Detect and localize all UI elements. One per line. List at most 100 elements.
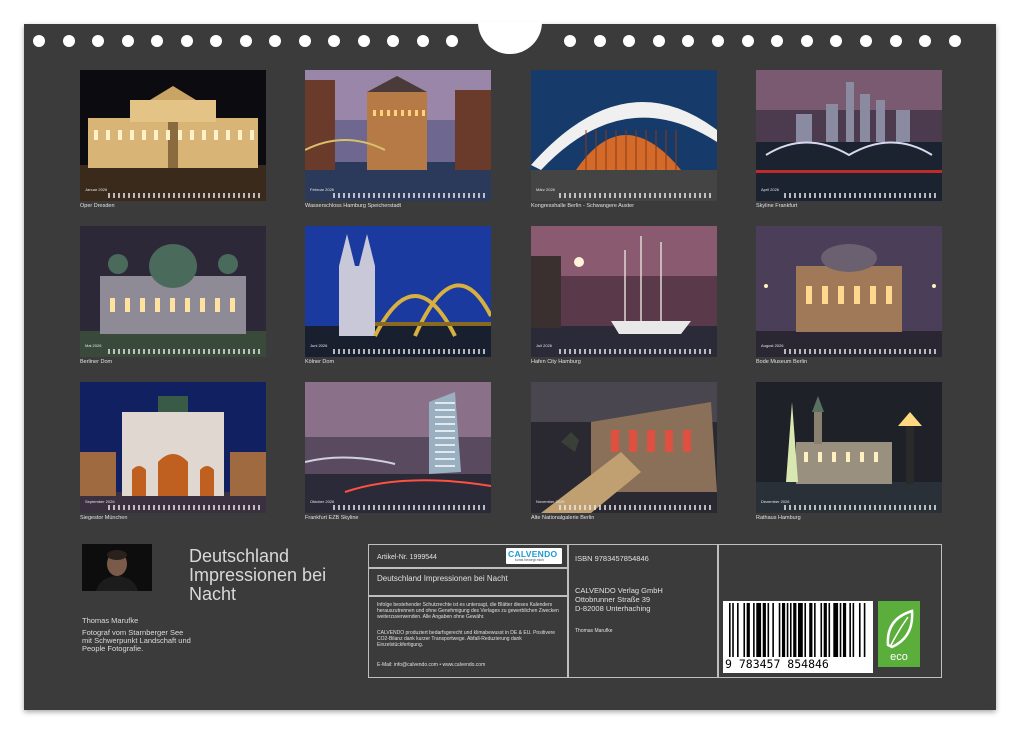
barcode-digits: 9 783457 854846: [725, 657, 829, 671]
photo-caption: Siegestor München: [80, 515, 128, 521]
product-info-box: Artikel-Nr. 1999544 CALVENDO kunst beweg…: [368, 544, 942, 678]
day-strip: [108, 349, 262, 354]
day-strip: [559, 349, 713, 354]
divider: [567, 545, 569, 677]
calendar-back-cover: Januar 2026 Oper Dresden Februar 2026 Wass…: [24, 22, 996, 710]
binding-hole: [623, 35, 636, 47]
day-strip: [108, 193, 262, 198]
author-name: Thomas Marufke: [82, 616, 139, 625]
isbn: ISBN 9783457854846: [575, 554, 649, 563]
binding-hole: [387, 35, 399, 47]
month-label: Juni 2026: [310, 343, 328, 348]
binding-hole: [62, 35, 75, 47]
logo-subtitle: kunst bewegt mich: [515, 558, 544, 562]
month-label: Januar 2026: [85, 187, 108, 192]
photo-caption: Wasserschloss Hamburg Speicherstadt: [305, 203, 402, 209]
day-strip: [333, 349, 487, 354]
divider: [369, 567, 567, 569]
photo-caption: Oper Dresden: [80, 203, 115, 209]
title-line: Nacht: [189, 584, 237, 604]
binding-hole: [919, 35, 932, 47]
calvendo-logo: CALVENDO kunst bewegt mich: [506, 548, 562, 564]
month-label: September 2026: [85, 499, 115, 504]
month-photo: Februar 2026: [305, 70, 491, 201]
month-photo: Dezember 2026: [756, 382, 942, 513]
month-photo: Oktober 2026: [305, 382, 491, 513]
month-tile: Januar 2026 Oper Dresden: [80, 70, 266, 209]
divider: [717, 545, 719, 677]
title-line: Impressionen bei: [189, 565, 327, 585]
month-label: Mai 2026: [85, 343, 102, 348]
publisher-line: D-82008 Unterhaching: [575, 604, 651, 613]
photographer-credit: Thomas Marufke: [575, 628, 613, 634]
title-line: Deutschland: [189, 546, 290, 566]
binding-hole: [416, 35, 429, 47]
month-photo: Mai 2026: [80, 226, 266, 357]
publisher-line: CALVENDO Verlag GmbH: [575, 586, 663, 595]
publisher-line: Ottobrunner Straße 39: [575, 595, 651, 604]
photo-caption: Alte Nationalgalerie Berlin: [531, 515, 595, 521]
photo-caption: Rathaus Hamburg: [756, 515, 801, 521]
month-tile: November 2026 Alte Nationalgalerie Berlin: [531, 382, 717, 521]
month-tile: Oktober 2026 Frankfurt EZB Skyline: [305, 382, 491, 521]
binding-hole: [239, 35, 252, 47]
month-tile: Juli 2026 Hafen City Hamburg: [531, 226, 717, 365]
author-portrait: [82, 544, 152, 591]
publisher-address: CALVENDO Verlag GmbH Ottobrunner Straße …: [575, 586, 663, 613]
day-strip: [784, 505, 938, 510]
photo-caption: Hafen City Hamburg: [531, 359, 581, 365]
binding-hole: [92, 35, 104, 47]
binding-hole: [564, 35, 576, 47]
binding-hole: [652, 35, 665, 47]
day-strip: [333, 505, 487, 510]
month-tile: Mai 2026 Berliner Dom: [80, 226, 266, 365]
binding-hole: [121, 35, 134, 47]
day-strip: [559, 193, 713, 198]
binding-hole: [357, 35, 370, 47]
photo-caption: Frankfurt EZB Skyline: [305, 515, 359, 521]
calendar-title: Deutschland Impressionen bei Nacht: [189, 547, 359, 604]
month-label: Februar 2026: [310, 187, 335, 192]
legal-notice: Infolge bestehender Schutzrechte ist es …: [377, 602, 559, 620]
spiral-binding: [24, 22, 996, 58]
binding-hole: [593, 35, 606, 47]
binding-hole: [328, 35, 340, 47]
day-strip: [559, 505, 713, 510]
contact-line: E-Mail: info@calvendo.com • www.calvendo…: [377, 662, 486, 668]
month-photo: Januar 2026: [80, 70, 266, 201]
binding-hole: [889, 35, 902, 47]
month-label: Oktober 2026: [310, 499, 335, 504]
binding-hole: [771, 35, 784, 47]
photo-caption: Bode Museum Berlin: [756, 359, 808, 365]
divider: [369, 595, 567, 597]
month-tile: Dezember 2026 Rathaus Hamburg: [756, 382, 942, 521]
binding-hole: [712, 35, 724, 47]
day-strip: [108, 505, 262, 510]
day-strip: [784, 349, 938, 354]
author-bio: Fotograf vom Starnberger See mit Schwerp…: [82, 628, 191, 653]
month-label: August 2026: [761, 343, 784, 348]
binding-hole: [741, 35, 754, 47]
photo-caption: Kongresshalle Berlin - Schwangere Auster: [531, 203, 635, 209]
binding-hole: [800, 35, 813, 47]
eco-label: eco: [890, 651, 908, 663]
binding-hole: [948, 35, 961, 47]
eco-notice: CALVENDO produziert bedarfsgerecht und k…: [377, 630, 556, 648]
month-label: April 2026: [761, 187, 780, 192]
month-tile: April 2026 Skyline Frankfurt: [756, 70, 942, 209]
binding-hole: [298, 35, 311, 47]
binding-hole: [180, 35, 193, 47]
photo-caption: Skyline Frankfurt: [756, 203, 798, 209]
month-tile: Februar 2026 Wasserschloss Hamburg Speich…: [305, 70, 491, 209]
photo-caption: Berliner Dom: [80, 359, 113, 365]
month-photo: März 2026: [531, 70, 717, 201]
hanger-cutout: [478, 22, 542, 54]
day-strip: [784, 193, 938, 198]
month-photo: September 2026: [80, 382, 266, 513]
month-tile: Juni 2026 Kölner Dom: [305, 226, 491, 365]
isbn-barcode: 9 783457 854846: [723, 601, 873, 673]
month-photo: Juli 2026: [531, 226, 717, 357]
article-number: Artikel-Nr. 1999544: [377, 554, 437, 561]
photo-caption: Kölner Dom: [305, 359, 335, 365]
month-tile: März 2026 Kongresshalle Berlin - Schwange…: [531, 70, 717, 209]
